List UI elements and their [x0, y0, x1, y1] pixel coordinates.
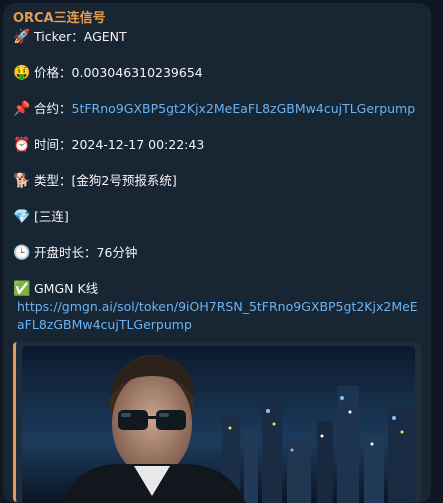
duration-label: 开盘时长：	[34, 245, 97, 260]
gmgn-url-link[interactable]: https://gmgn.ai/sol/token/9iOH7RSN_5tFRn…	[13, 298, 423, 334]
tier-value: [三连]	[34, 209, 69, 224]
preview-image-graphic	[22, 346, 415, 503]
time-line: ⏰ 时间： 2024-12-17 00:22:43	[13, 136, 421, 154]
price-value: 0.003046310239654	[71, 65, 203, 80]
sender-name[interactable]: ORCA三连信号	[13, 10, 421, 28]
preview-image[interactable]	[22, 346, 415, 503]
ticker-line: 🚀 Ticker： AGENT	[13, 28, 421, 46]
message-bubble: ORCA三连信号 🚀 Ticker： AGENT 🤑 价格： 0.0030463…	[3, 3, 431, 503]
contract-line: 📌 合约： 5tFRno9GXBP5gt2Kjx2MeEaFL8zGBMw4cu…	[13, 100, 421, 118]
pushpin-icon: 📌	[13, 101, 31, 117]
rocket-icon: 🚀	[13, 29, 31, 45]
ticker-value: AGENT	[83, 29, 127, 44]
gmgn-line: ✅ GMGN K线	[13, 280, 421, 298]
duration-value: 76分钟	[96, 245, 138, 260]
ticker-label: Ticker：	[34, 29, 84, 44]
gmgn-label: GMGN K线	[34, 281, 99, 296]
dog-icon: 🐕	[13, 173, 31, 189]
type-line: 🐕 类型： [金狗2号预报系统]	[13, 172, 421, 190]
alarm-clock-icon: ⏰	[13, 137, 31, 153]
duration-line: 🕒 开盘时长： 76分钟	[13, 244, 421, 262]
time-label: 时间：	[34, 137, 72, 152]
contract-label: 合约：	[34, 101, 72, 116]
type-value: [金狗2号预报系统]	[71, 173, 177, 188]
link-preview[interactable]	[13, 342, 421, 503]
time-value: 2024-12-17 00:22:43	[71, 137, 205, 152]
contract-address-link[interactable]: 5tFRno9GXBP5gt2Kjx2MeEaFL8zGBMw4cujTLGer…	[72, 100, 416, 118]
check-mark-icon: ✅	[13, 281, 31, 297]
gem-icon: 💎	[13, 209, 31, 225]
price-label: 价格：	[34, 65, 72, 80]
tier-line: 💎 [三连]	[13, 208, 421, 226]
clock-icon: 🕒	[13, 245, 31, 261]
price-line: 🤑 价格： 0.003046310239654	[13, 64, 421, 82]
type-label: 类型：	[34, 173, 72, 188]
money-mouth-face-icon: 🤑	[13, 65, 31, 81]
